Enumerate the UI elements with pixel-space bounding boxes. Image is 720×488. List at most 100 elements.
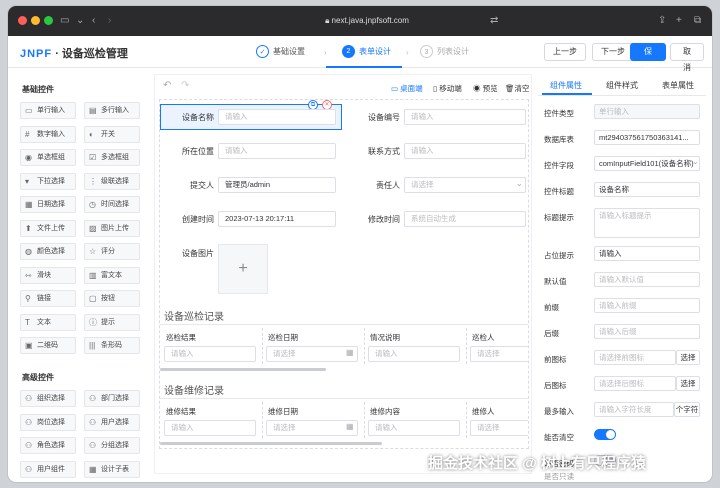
palette-item-advanced[interactable]: ⚇ 岗位选择	[20, 413, 76, 431]
db-table-select[interactable]: mt294037561750363141...	[594, 130, 700, 145]
suffix-input[interactable]: 请输入后缀	[594, 324, 700, 339]
close-window-button[interactable]	[18, 16, 27, 25]
control-label: 图片上传	[101, 224, 129, 232]
column-input[interactable]: 请输入	[164, 346, 256, 362]
palette-item-basic[interactable]: ▾ 下拉选择	[20, 172, 76, 190]
palette-item-advanced[interactable]: ▦ 设计子表	[84, 460, 140, 478]
cancel-button[interactable]: 取 消	[670, 43, 704, 72]
default-value-input[interactable]: 请输入默认值	[594, 272, 700, 287]
palette-item-basic[interactable]: ⚲ 链接	[20, 290, 76, 307]
palette-item-basic[interactable]: T 文本	[20, 313, 76, 331]
image-upload-plus-icon[interactable]: +	[218, 244, 268, 294]
next-step-button[interactable]: 下一步	[592, 43, 634, 61]
palette-item-basic[interactable]: ▤ 多行输入	[84, 102, 140, 119]
prev-step-button[interactable]: 上一步	[544, 43, 586, 61]
device-code-input[interactable]: 请输入	[404, 109, 526, 125]
palette-item-basic[interactable]: ⓘ 提示	[84, 313, 140, 331]
column-divider	[262, 328, 263, 364]
contact-input[interactable]: 请输入	[404, 143, 526, 159]
created-time-input[interactable]: 2023-07-13 20:17:11	[218, 211, 336, 227]
preview-label: 预览	[482, 84, 498, 93]
share-icon[interactable]: ⇪	[658, 14, 666, 28]
palette-item-basic[interactable]: ⇿ 滑块	[20, 266, 76, 284]
forward-icon[interactable]: ›	[108, 14, 111, 28]
sidebar-toggle-icon[interactable]: ▭	[60, 14, 69, 28]
column-input[interactable]: 请输入	[368, 346, 460, 362]
location-input[interactable]: 请输入	[218, 143, 336, 159]
control-label: 文本	[37, 318, 51, 326]
tab-component-style[interactable]: 组件样式	[594, 80, 650, 91]
placeholder-input[interactable]: 请输入	[594, 246, 700, 261]
translate-icon[interactable]: ⇄	[490, 14, 498, 28]
control-title-input[interactable]: 设备名称	[594, 182, 700, 197]
step-list-design[interactable]: 3 列表设计	[420, 44, 469, 60]
palette-item-basic[interactable]: ◐ 开关	[84, 125, 140, 143]
form-design-area: ⧉ ✕ 设备名称 请输入 设备编号 请输入 所在位置 请输入 联系方式 请输入 …	[159, 99, 529, 449]
palette-item-basic[interactable]: ◍ 颜色选择	[20, 243, 76, 260]
column-input[interactable]: 请选择	[266, 346, 358, 362]
redo-icon[interactable]: ↷	[181, 80, 189, 91]
palette-item-basic[interactable]: ⋮ 级联选择	[84, 172, 140, 190]
max-length-input[interactable]: 请输入字符长度	[594, 402, 674, 417]
palette-item-advanced[interactable]: ⚇ 角色选择	[20, 437, 76, 454]
horizontal-scrollbar[interactable]	[160, 442, 382, 445]
palette-item-basic[interactable]: ⬆ 文件上传	[20, 219, 76, 237]
control-label: 评分	[101, 248, 115, 255]
column-input[interactable]: 请输入	[164, 420, 256, 436]
control-icon: ▨	[89, 223, 97, 233]
title-hint-textarea[interactable]: 请输入标题提示	[594, 208, 700, 238]
prefix-icon-input[interactable]: 请选择前图标	[594, 350, 676, 365]
step-label: 基础设置	[273, 47, 305, 56]
column-input[interactable]: 请选择	[470, 346, 528, 362]
desktop-view-button[interactable]: ▭ 桌面端	[391, 83, 423, 94]
clearable-toggle[interactable]	[594, 429, 616, 440]
palette-item-advanced[interactable]: ⚇ 用户组件	[20, 460, 76, 478]
zoom-window-button[interactable]	[44, 16, 53, 25]
step-form-design[interactable]: 2 表单设计	[342, 44, 391, 60]
control-icon: ▦	[25, 200, 33, 209]
palette-item-basic[interactable]: ▣ 二维码	[20, 337, 76, 354]
palette-item-basic[interactable]: ◷ 时间选择	[84, 196, 140, 213]
palette-item-basic[interactable]: # 数字输入	[20, 125, 76, 143]
palette-item-basic[interactable]: ◉ 单选框组	[20, 149, 76, 166]
prefix-icon-select-button[interactable]: 选择	[676, 350, 700, 365]
suffix-icon-select-button[interactable]: 选择	[676, 376, 700, 391]
address-bar[interactable]: 🔒︎ next.java.jnpfsoft.com	[282, 14, 452, 28]
owner-select[interactable]: 请选择	[404, 177, 526, 193]
column-input[interactable]: 请输入	[368, 420, 460, 436]
prefix-input[interactable]: 请输入前缀	[594, 298, 700, 313]
tab-form-props[interactable]: 表单属性	[650, 80, 706, 91]
palette-item-basic[interactable]: ||| 条形码	[84, 337, 140, 354]
new-tab-icon[interactable]: +	[676, 14, 682, 28]
palette-item-basic[interactable]: ▨ 图片上传	[84, 219, 140, 237]
preview-button[interactable]: ◉ 预览	[473, 83, 498, 94]
chevron-down-icon[interactable]: ⌄	[76, 14, 84, 28]
step-basic-settings[interactable]: ✓ 基础设置	[256, 44, 305, 60]
submitter-input[interactable]: 管理员/admin	[218, 177, 336, 193]
undo-icon[interactable]: ↶	[163, 80, 171, 91]
palette-item-basic[interactable]: ☑ 多选框组	[84, 149, 140, 166]
palette-item-basic[interactable]: ▢ 按钮	[84, 290, 140, 307]
palette-item-advanced[interactable]: ⚇ 用户选择	[84, 413, 140, 431]
palette-item-basic[interactable]: ▥ 富文本	[84, 266, 140, 284]
column-input[interactable]: 请选择	[470, 420, 528, 436]
mobile-view-button[interactable]: ▯ 移动端	[433, 83, 462, 94]
horizontal-scrollbar[interactable]	[160, 368, 326, 371]
palette-item-basic[interactable]: ▭ 单行输入	[20, 102, 76, 119]
clear-button[interactable]: 🗑︎清空	[505, 83, 530, 94]
save-button[interactable]: 保 存	[630, 43, 666, 72]
tab-component-props[interactable]: 组件属性	[538, 80, 594, 91]
column-input[interactable]: 请选择	[266, 420, 358, 436]
minimize-window-button[interactable]	[31, 16, 40, 25]
suffix-icon-input[interactable]: 请选择后图标	[594, 376, 676, 391]
back-icon[interactable]: ‹	[92, 14, 95, 28]
palette-item-advanced[interactable]: ⚇ 组织选择	[20, 390, 76, 407]
palette-item-basic[interactable]: ☆ 评分	[84, 243, 140, 260]
device-name-input[interactable]: 请输入	[218, 109, 336, 125]
control-field-select[interactable]: comInputField101(设备名称)	[594, 156, 700, 171]
modified-time-input[interactable]: 系统自动生成	[404, 211, 526, 227]
palette-item-advanced[interactable]: ⚇ 分组选择	[84, 437, 140, 454]
tab-overview-icon[interactable]: ⧉	[694, 14, 701, 28]
palette-item-basic[interactable]: ▦ 日期选择	[20, 196, 76, 213]
palette-item-advanced[interactable]: ⚇ 部门选择	[84, 390, 140, 407]
